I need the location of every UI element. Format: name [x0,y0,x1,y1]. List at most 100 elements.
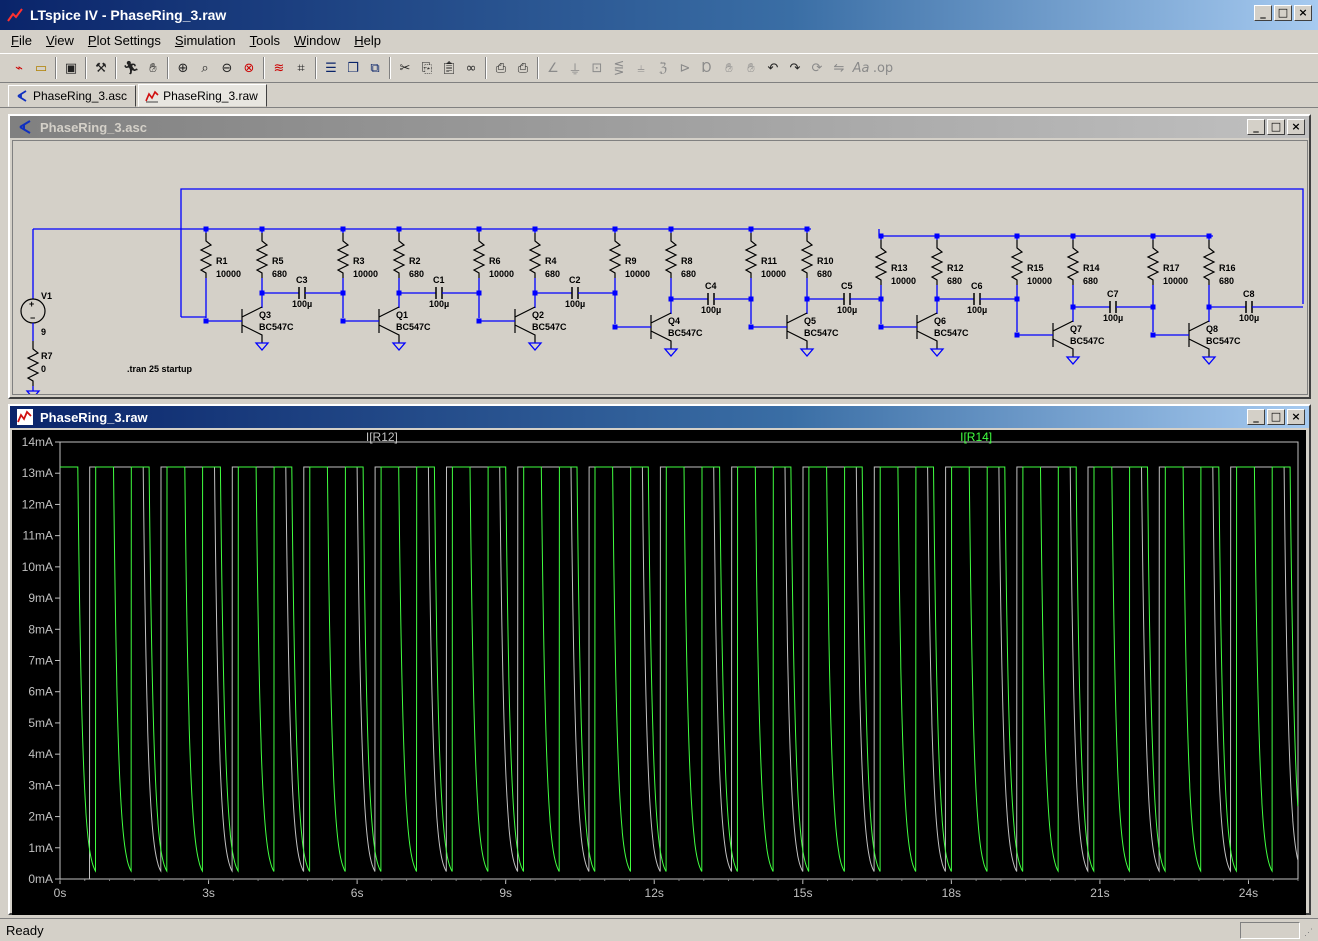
spice-directive-icon[interactable]: .op [872,57,894,79]
capacitor-name: C2 [569,275,581,285]
schematic-drawing[interactable]: + − V1 9 R7 0 .tran 25 startup R1 10000 R5 680 Q3 BC… [13,141,1307,399]
menu-file[interactable]: File [4,33,39,48]
open-icon[interactable]: ▭ [30,57,52,79]
close-button[interactable]: × [1287,119,1305,135]
close-button[interactable]: × [1287,409,1305,425]
print-icon[interactable]: ⎙ [512,57,534,79]
y-tick-label: 0mA [28,872,53,886]
save-icon[interactable]: ▣ [60,57,82,79]
y-tick-label: 4mA [28,747,53,761]
series-legend-label: I[R12] [366,430,398,444]
tile-horizontal-icon[interactable]: ☰ [320,57,342,79]
resistor-symbol [392,233,406,278]
menu-tools[interactable]: Tools [243,33,287,48]
ground-icon[interactable]: ⏚ [564,57,586,79]
waveform-window-title-bar[interactable]: PhaseRing_3.raw _ □ × [10,406,1309,428]
resize-grip-icon[interactable]: ⋰ [1304,927,1316,939]
capacitor-value: 100µ [565,299,585,309]
base-resistor-name: R11 [761,256,777,266]
minimize-button[interactable]: _ [1254,5,1272,21]
toolbar-separator [115,57,117,79]
maximize-button[interactable]: □ [1274,5,1292,21]
redo-icon[interactable]: ↷ [784,57,806,79]
resistor-symbol [874,240,888,285]
base-resistor-value: 10000 [1163,276,1188,286]
schematic-window-title-bar[interactable]: PhaseRing_3.asc _ □ × [10,116,1309,138]
rotate-icon[interactable]: ⟳ [806,57,828,79]
close-button[interactable]: × [1294,5,1312,21]
status-text: Ready [6,922,44,938]
menu-simulation[interactable]: Simulation [168,33,243,48]
y-tick-label: 9mA [28,591,53,605]
print-preview-icon[interactable]: ⎙ [490,57,512,79]
mirror-icon[interactable]: ⇋ [828,57,850,79]
zoom-pan-icon[interactable]: ⌕ [194,57,216,79]
zoom-cancel-icon[interactable]: ⊗ [238,57,260,79]
collector-resistor-value: 680 [545,269,560,279]
waveform-chart[interactable]: 0mA 1mA 2mA 3mA 4mA 5mA 6mA 7mA 8mA 9mA 10mA 11mA 12… [12,430,1306,915]
schematic-canvas[interactable]: + − V1 9 R7 0 .tran 25 startup R1 10000 R5 680 Q3 BC… [12,140,1308,399]
label-net-icon[interactable]: ⊡ [586,57,608,79]
undo-icon[interactable]: ↶ [762,57,784,79]
cut-icon[interactable]: ✂ [394,57,416,79]
capacitor-icon[interactable]: ⫨ [630,57,652,79]
tab-schematic[interactable]: PhaseRing_3.asc [8,85,137,107]
close-all-icon[interactable]: ⧉ [364,57,386,79]
waveform-plot-pane[interactable]: 0mA 1mA 2mA 3mA 4mA 5mA 6mA 7mA 8mA 9mA 10mA 11mA 12… [12,430,1306,915]
halt-icon[interactable]: ✋︎ [142,57,164,79]
y-tick-label: 13mA [22,466,53,480]
drag-icon[interactable]: ✋︎ [740,57,762,79]
menu-plot-settings-mnemonic: P [87,32,97,48]
status-panel [1240,922,1300,939]
menu-help-label: elp [363,32,381,48]
tab-waveform[interactable]: PhaseRing_3.raw [138,84,267,107]
menu-plot-settings[interactable]: Plot Settings [81,33,168,48]
component-icon[interactable]: Ɒ [696,57,718,79]
diode-icon[interactable]: ⊳ [674,57,696,79]
base-resistor-value: 10000 [216,269,241,279]
base-resistor-name: R6 [489,256,501,266]
move-icon[interactable]: ✋︎ [718,57,740,79]
wire-icon[interactable]: ∠ [542,57,564,79]
paste-icon[interactable]: 📋︎ [438,57,460,79]
text-icon[interactable]: Aa [850,57,872,79]
resistor-symbol [472,233,486,278]
run-icon[interactable]: 🏃︎ [120,57,142,79]
collector-resistor-name: R8 [681,256,693,266]
minimize-button[interactable]: _ [1247,409,1265,425]
series-legend-label: I[R14] [960,430,992,444]
toolbar-separator [485,57,487,79]
capacitor-value: 100µ [292,299,312,309]
zoom-in-icon[interactable]: ⊕ [172,57,194,79]
menu-view[interactable]: View [39,33,81,48]
x-tick-label: 24s [1239,886,1258,900]
base-resistor-value: 10000 [891,276,916,286]
minimize-button[interactable]: _ [1247,119,1265,135]
maximize-button[interactable]: □ [1267,409,1285,425]
inductor-icon[interactable]: ℨ [652,57,674,79]
capacitor-name: C3 [296,275,308,285]
find-icon[interactable]: ∞ [460,57,482,79]
menu-window[interactable]: Window [287,33,347,48]
resistor-icon[interactable]: ⋚ [608,57,630,79]
ground-symbol [527,342,543,351]
new-schematic-icon[interactable]: ⌁ [8,57,30,79]
copy-icon[interactable]: ⎘ [416,57,438,79]
maximize-button[interactable]: □ [1267,119,1285,135]
tab-waveform-label: PhaseRing_3.raw [163,88,258,103]
zoom-fit-icon[interactable]: ⌗ [290,57,312,79]
ltspice-app-icon [7,8,23,22]
zoom-out-icon[interactable]: ⊖ [216,57,238,79]
control-panel-icon[interactable]: ⚒ [90,57,112,79]
cascade-icon[interactable]: ❐ [342,57,364,79]
junction-dot [476,318,482,324]
menu-file-mnemonic: F [11,32,19,48]
resistor-symbol [528,233,542,278]
autorange-icon[interactable]: ≋ [268,57,290,79]
collector-resistor-value: 680 [947,276,962,286]
menu-bar: File View Plot Settings Simulation Tools… [0,30,1318,50]
menu-help[interactable]: Help [347,33,388,48]
capacitor-name: C5 [841,281,853,291]
base-resistor-name: R1 [216,256,228,266]
resistor-symbol [1010,240,1024,285]
